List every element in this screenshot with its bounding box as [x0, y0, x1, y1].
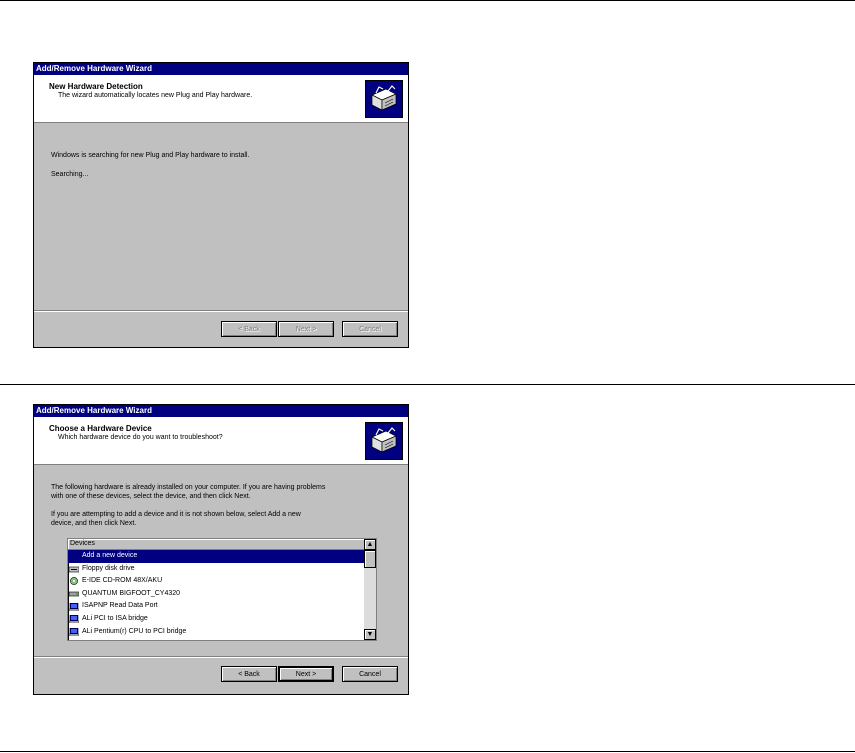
- header-subtitle: The wizard automatically locates new Plu…: [58, 92, 253, 99]
- cancel-button[interactable]: Cancel: [342, 321, 398, 337]
- list-item[interactable]: ISAPNP Read Data Port: [68, 600, 364, 613]
- header-subtitle: Which hardware device do you want to tro…: [58, 434, 223, 441]
- wizard-header: New Hardware Detection The wizard automa…: [34, 75, 408, 123]
- list-item-label: ISAPNP Read Data Port: [82, 602, 158, 610]
- add-device-text-line-1: If you are attempting to add a device an…: [51, 511, 301, 518]
- list-item-label: Add a new device: [82, 552, 138, 559]
- back-button[interactable]: < Back: [221, 666, 277, 682]
- intro-text-line-2: with one of these devices, select the de…: [51, 493, 251, 500]
- searching-status: Searching...: [51, 171, 89, 178]
- list-item-label: ALi Pentium(r) CPU to PCI bridge: [82, 627, 187, 635]
- wizard-header: Choose a Hardware Device Which hardware …: [34, 417, 408, 465]
- devices-column-header[interactable]: Devices: [68, 539, 364, 550]
- bottom-rule: [0, 751, 855, 752]
- next-button[interactable]: Next >: [278, 321, 334, 337]
- devices-listbox[interactable]: Devices Add a new device Floppy disk driv…: [67, 538, 377, 641]
- wizard-window-choose-device: Add/Remove Hardware Wizard Choose a Hard…: [33, 404, 409, 695]
- computer-icon: [68, 614, 80, 624]
- search-message: Windows is searching for new Plug and Pl…: [51, 152, 250, 159]
- header-title: Choose a Hardware Device: [49, 424, 152, 433]
- vertical-scrollbar[interactable]: ▲ ▼: [364, 539, 376, 640]
- computer-icon: [68, 602, 80, 611]
- list-item-label: Floppy disk drive: [82, 564, 135, 572]
- top-rule: [0, 0, 855, 1]
- scroll-down-button[interactable]: ▼: [364, 629, 376, 640]
- list-item[interactable]: E-IDE CD-ROM 48X/AKU: [68, 575, 364, 588]
- list-item[interactable]: ALi PCI to ISA bridge: [68, 613, 364, 626]
- hardware-icon: [365, 422, 403, 460]
- middle-rule: [0, 384, 855, 385]
- window-title: Add/Remove Hardware Wizard: [34, 63, 408, 75]
- list-item-add-new-device[interactable]: Add a new device: [68, 550, 364, 563]
- next-button[interactable]: Next >: [278, 666, 334, 682]
- window-title: Add/Remove Hardware Wizard: [34, 405, 408, 417]
- intro-text-line-1: The following hardware is already instal…: [51, 484, 326, 491]
- back-button[interactable]: < Back: [221, 321, 277, 337]
- list-item[interactable]: Floppy disk drive: [68, 563, 364, 576]
- list-item-label: ALi PCI to ISA bridge: [82, 614, 148, 622]
- cancel-button[interactable]: Cancel: [342, 666, 398, 682]
- list-item[interactable]: QUANTUM BIGFOOT_CY4320: [68, 588, 364, 601]
- list-item-label: E-IDE CD-ROM 48X/AKU: [82, 577, 163, 585]
- scroll-up-button[interactable]: ▲: [364, 539, 376, 550]
- wizard-body: Windows is searching for new Plug and Pl…: [34, 123, 408, 346]
- cdrom-icon: [69, 577, 79, 586]
- hard-disk-icon: [68, 590, 80, 598]
- list-item-label: QUANTUM BIGFOOT_CY4320: [82, 589, 181, 597]
- wizard-window-detection: Add/Remove Hardware Wizard New Hardware …: [33, 62, 409, 348]
- computer-icon: [68, 627, 80, 637]
- header-title: New Hardware Detection: [49, 82, 143, 91]
- floppy-drive-icon: [68, 565, 80, 573]
- add-device-text-line-2: device, and then click Next.: [51, 520, 137, 527]
- list-item-spacer: [69, 552, 79, 560]
- footer-separator: [34, 656, 408, 658]
- scroll-thumb[interactable]: [364, 550, 376, 568]
- hardware-icon: [365, 80, 403, 118]
- footer-separator: [34, 310, 408, 312]
- list-item[interactable]: ALi Pentium(r) CPU to PCI bridge: [68, 626, 364, 639]
- wizard-body: The following hardware is already instal…: [34, 465, 408, 693]
